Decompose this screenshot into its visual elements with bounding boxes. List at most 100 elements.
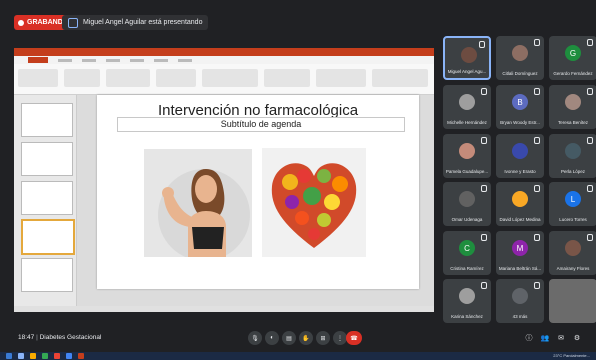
participant-avatar [565,94,581,110]
participant-tile[interactable]: Teresa Benítez [549,85,596,129]
participant-name: Lucero Torres [559,217,587,222]
search-icon[interactable] [18,353,24,359]
presenting-banner: Miguel Angel Aguilar está presentando [62,15,209,30]
slide-thumbnail[interactable] [21,103,73,137]
ppt-statusbar [14,306,434,312]
participant-name: Bryan Woody Estr... [500,120,540,125]
powerpoint-icon[interactable] [78,353,84,359]
participant-tile[interactable]: C Cristina Ramírez [443,231,491,275]
muted-mic-icon [479,41,485,48]
muted-mic-icon [481,88,487,95]
muted-mic-icon [587,137,593,144]
participant-name: Miguel Angel Agu... [447,69,487,74]
participant-initial-avatar: M [512,240,528,256]
participant-tile[interactable]: Pamela Guadalupe... [443,134,491,178]
participant-avatar [459,288,475,304]
participant-name: Mariana Beltrán Sá... [498,266,542,271]
participant-avatar [565,240,581,256]
participant-tile[interactable]: Omar Udenaga [443,182,491,226]
muted-mic-icon [534,88,540,95]
app-icon[interactable] [66,353,72,359]
participant-tile[interactable]: Miguel Angel Agu... [443,36,491,80]
slide-thumbnail[interactable] [21,258,73,292]
participant-initial-avatar: L [565,191,581,207]
participant-tile[interactable]: Michelle Hernández [443,85,491,129]
muted-mic-icon [534,185,540,192]
participant-tile[interactable]: Ivonne y Erasto [496,134,544,178]
participant-avatar [459,143,475,159]
slide: Intervención no farmacológica Subtítulo … [97,95,419,289]
muted-mic-icon [534,234,540,241]
participant-name: Gerardo Fernández [553,71,593,76]
muted-mic-icon [481,234,487,241]
captions-button[interactable]: ▤ [282,331,296,345]
participant-tile[interactable]: G Gerardo Fernández [549,36,596,80]
participant-avatar [565,143,581,159]
self-view-tile[interactable] [549,279,596,323]
participant-avatar [512,45,528,61]
info-icon[interactable]: ⓘ [524,333,534,343]
meeting-time: 18:47 [18,334,35,341]
app-icon[interactable] [54,353,60,359]
slide-thumbnail[interactable] [21,142,73,176]
participant-tile[interactable]: L Lucero Torres [549,182,596,226]
participant-avatar [459,94,475,110]
slide-thumbnails[interactable] [14,95,77,312]
presenting-label: Miguel Angel Aguilar está presentando [83,19,203,26]
participant-tile[interactable]: Amairany Flores [549,231,596,275]
activities-icon[interactable]: ⚙ [572,333,582,343]
muted-mic-icon [587,234,593,241]
participant-avatar [512,191,528,207]
os-taskbar: 23°C Parcialmente... [0,352,596,360]
participant-name: Michelle Hernández [447,120,487,125]
participant-name: Ivonne y Erasto [504,169,536,174]
folder-icon[interactable] [30,353,36,359]
participant-tile[interactable]: David López Medina [496,182,544,226]
participant-name: Pamela Guadalupe... [445,169,489,174]
slide-subtitle: Subtítulo de agenda [117,117,405,132]
participant-name: Omar Udenaga [451,217,483,222]
participant-avatar [512,288,528,304]
browser-icon[interactable] [42,353,48,359]
people-icon[interactable]: 👥 [540,333,550,343]
meeting-controls-bar: 18:47 | Diabetes Gestacional 🎙 ◐ ▤ ✋ ⊞ ⋮… [0,322,596,352]
raise-hand-button[interactable]: ✋ [299,331,313,345]
slide-editor-area: Intervención no farmacológica Subtítulo … [77,95,434,312]
muted-mic-icon [534,282,540,289]
participant-name: Perla López [560,169,586,174]
participant-name: 43 más [512,314,528,319]
muted-mic-icon [587,39,593,46]
ppt-titlebar [14,48,434,56]
more-options-button[interactable]: ⋮ [333,331,347,345]
participant-tile[interactable]: B Bryan Woody Estr... [496,85,544,129]
mic-button[interactable]: 🎙 [248,331,262,345]
participant-initial-avatar: G [565,45,581,61]
participant-avatar [461,47,477,63]
exercise-woman-image [144,149,252,257]
muted-mic-icon [587,185,593,192]
muted-mic-icon [587,88,593,95]
end-call-button[interactable]: ☎ [346,331,362,345]
muted-mic-icon [481,282,487,289]
present-screen-icon [68,17,78,28]
camera-button[interactable]: ◐ [265,331,279,345]
ppt-ribbon-tabs [14,56,434,64]
chat-icon[interactable]: ✉ [556,333,566,343]
muted-mic-icon [534,39,540,46]
start-icon[interactable] [6,353,12,359]
participant-tile[interactable]: Perla López [549,134,596,178]
muted-mic-icon [534,137,540,144]
participant-tile[interactable]: M Mariana Beltrán Sá... [496,231,544,275]
participant-avatar [459,191,475,207]
participant-tile[interactable]: Citlali Domínguez [496,36,544,80]
participant-tile[interactable]: 43 más [496,279,544,323]
participant-name: Amairany Flores [556,266,590,271]
participant-initial-avatar: C [459,240,475,256]
slide-thumbnail[interactable] [21,181,73,215]
participant-initial-avatar: B [512,94,528,110]
participant-name: Cristina Ramírez [450,266,484,271]
participant-tile[interactable]: Karina Sánchez [443,279,491,323]
present-now-button[interactable]: ⊞ [316,331,330,345]
shared-screen: Intervención no farmacológica Subtítulo … [14,48,434,312]
slide-thumbnail-selected[interactable] [21,219,75,255]
